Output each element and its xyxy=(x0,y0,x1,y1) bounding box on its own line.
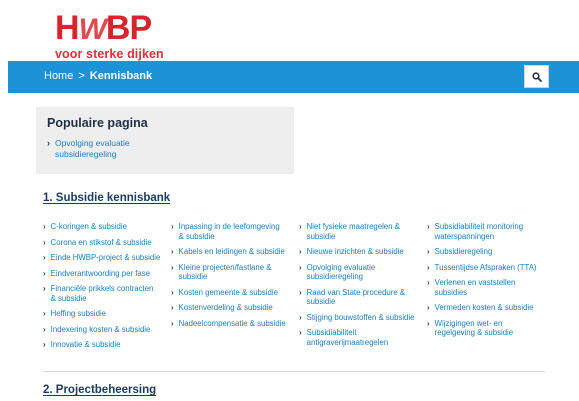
kennisbank-link[interactable]: › Subsidiabiliteit antigraverijmaatregele… xyxy=(299,328,417,347)
kennisbank-link[interactable]: › Corona en stikstof & subsidie xyxy=(43,238,163,248)
chevron-right-icon: › xyxy=(427,262,430,272)
chevron-right-icon: › xyxy=(427,247,430,256)
hwbp-logo[interactable]: HWBP voor sterke dijken xyxy=(55,11,164,61)
kennisbank-link[interactable]: › Innovatie & subsidie xyxy=(43,340,163,350)
kennisbank-link[interactable]: › Vermeden kosten & subsidie xyxy=(427,303,547,313)
chevron-right-icon: › xyxy=(427,222,430,231)
kennisbank-link[interactable]: › Tussentijdse Afspraken (TTA) xyxy=(427,263,547,273)
link-column-1: › C-koringen & subsidie › Corona en stikst… xyxy=(43,222,163,356)
chevron-right-icon: › xyxy=(43,324,46,334)
chevron-right-icon: › xyxy=(43,309,46,318)
kennisbank-link[interactable]: › Subsidiabiliteit monitoring waterspanni… xyxy=(427,222,547,241)
breadcrumb: Home > Kennisbank xyxy=(44,70,152,82)
chevron-right-icon: › xyxy=(43,340,46,349)
search-button[interactable] xyxy=(524,65,549,88)
search-icon xyxy=(531,71,542,82)
kennisbank-link[interactable]: › C-koringen & subsidie xyxy=(43,222,163,232)
chevron-right-icon: › xyxy=(299,222,302,231)
popular-link-label: Opvolging evaluatie subsidieregeling xyxy=(55,138,130,159)
logo-tagline: voor sterke dijken xyxy=(55,47,164,61)
chevron-right-icon: › xyxy=(47,138,50,148)
kennisbank-link[interactable]: › Opvolging evaluatie subsidieregeling xyxy=(299,263,417,282)
chevron-right-icon: › xyxy=(299,262,302,272)
chevron-right-icon: › xyxy=(427,318,430,328)
chevron-right-icon: › xyxy=(43,222,46,231)
chevron-right-icon: › xyxy=(171,247,174,256)
chevron-right-icon: › xyxy=(171,222,174,231)
section-title-subsidie-kennisbank[interactable]: 1. Subsidie kennisbank xyxy=(43,192,170,204)
popular-link[interactable]: › Opvolging evaluatie subsidieregeling xyxy=(47,138,283,160)
kennisbank-link[interactable]: › Indexering kosten & subsidie xyxy=(43,325,163,335)
chevron-right-icon: › xyxy=(43,268,46,278)
chevron-right-icon: › xyxy=(427,303,430,312)
link-column-2: › Inpassing in de leefomgeving & subsidie… xyxy=(171,222,289,334)
kennisbank-link[interactable]: › Raad van State procedure & subsidie xyxy=(299,288,417,307)
kennisbank-link[interactable]: › Kleine projecten/fastlane & subsidie xyxy=(171,263,289,282)
logo-wordmark: HWBP xyxy=(55,9,152,47)
kennisbank-link[interactable]: › Financiële prikkels contracten & subsid… xyxy=(43,284,163,303)
kennisbank-link[interactable]: › Wijzigingen wet- en regelgeving & subsi… xyxy=(427,319,547,338)
kennisbank-link[interactable]: › Verlenen en vaststellen subsidies xyxy=(427,278,547,297)
chevron-right-icon: › xyxy=(171,303,174,312)
chevron-right-icon: › xyxy=(43,253,46,262)
kennisbank-link[interactable]: › Subsidieregeling xyxy=(427,247,547,257)
kennisbank-link[interactable]: › Heffing subsidie xyxy=(43,309,163,319)
chevron-right-icon: › xyxy=(171,318,174,328)
kennisbank-link[interactable]: › Stijging bouwstoffen & subsidie xyxy=(299,313,417,323)
kennisbank-link[interactable]: › Kosten gemeente & subsidie xyxy=(171,288,289,298)
navigation-bar: Home > Kennisbank xyxy=(8,61,579,93)
breadcrumb-home[interactable]: Home xyxy=(44,70,73,82)
kennisbank-link[interactable]: › Eindverantwoording per fase xyxy=(43,269,163,279)
chevron-right-icon: › xyxy=(427,278,430,287)
chevron-right-icon: › xyxy=(43,237,46,247)
kennisbank-link[interactable]: › Nadeelcompensatie & subsidie xyxy=(171,319,289,329)
link-column-3: › Niet fysieke maatregelen & subsidie › Ni… xyxy=(299,222,417,353)
kennisbank-link[interactable]: › Nieuwe inzichten & subsidie xyxy=(299,247,417,257)
kennisbank-link[interactable]: › Einde HWBP-project & subsidie xyxy=(43,253,163,263)
popular-pages-title: Populaire pagina xyxy=(47,116,148,130)
kennisbank-link[interactable]: › Kabels en leidingen & subsidie xyxy=(171,247,289,257)
chevron-right-icon: › xyxy=(299,312,302,322)
kennisbank-link[interactable]: › Inpassing in de leefomgeving & subsidie xyxy=(171,222,289,241)
chevron-right-icon: › xyxy=(171,287,174,297)
popular-pages-panel: Populaire pagina › Opvolging evaluatie s… xyxy=(36,107,294,174)
chevron-right-icon: › xyxy=(171,262,174,272)
section-title-projectbeheersing[interactable]: 2. Projectbeheersing xyxy=(43,384,156,396)
section-divider xyxy=(43,371,545,372)
breadcrumb-current: Kennisbank xyxy=(89,70,153,82)
chevron-right-icon: › xyxy=(299,328,302,337)
chevron-right-icon: › xyxy=(299,287,302,297)
breadcrumb-separator: > xyxy=(78,70,85,82)
kennisbank-link[interactable]: › Kostenverdeling & subsidie xyxy=(171,303,289,313)
link-column-4: › Subsidiabiliteit monitoring waterspanni… xyxy=(427,222,547,344)
chevron-right-icon: › xyxy=(43,284,46,293)
kennisbank-link[interactable]: › Niet fysieke maatregelen & subsidie xyxy=(299,222,417,241)
chevron-right-icon: › xyxy=(299,247,302,256)
